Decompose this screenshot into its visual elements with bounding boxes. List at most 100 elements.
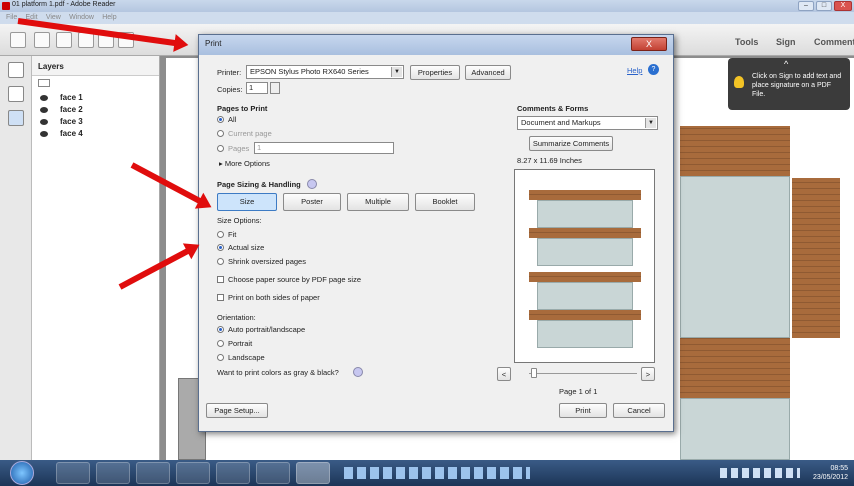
summarize-comments-button[interactable]: Summarize Comments bbox=[529, 136, 613, 151]
chevron-down-icon[interactable]: ▼ bbox=[645, 118, 656, 128]
layers-options[interactable] bbox=[32, 76, 159, 92]
both-sides-label: Print on both sides of paper bbox=[228, 293, 320, 302]
pages-radio[interactable] bbox=[217, 145, 224, 152]
auto-orientation-radio[interactable] bbox=[217, 326, 224, 333]
comments-forms-title: Comments & Forms bbox=[517, 104, 589, 113]
fit-label: Fit bbox=[228, 230, 237, 239]
page-setup-button[interactable]: Page Setup... bbox=[206, 403, 268, 418]
page-slider-thumb[interactable] bbox=[531, 368, 537, 378]
current-page-radio[interactable] bbox=[217, 130, 224, 137]
next-page-button[interactable]: > bbox=[641, 367, 655, 381]
eye-icon[interactable] bbox=[40, 119, 48, 125]
gray-print-question: Want to print colors as gray & black? bbox=[217, 368, 339, 377]
actual-size-radio[interactable] bbox=[217, 244, 224, 251]
preview-brick bbox=[529, 310, 641, 320]
menu-help[interactable]: Help bbox=[102, 12, 116, 24]
poster-button[interactable]: Poster bbox=[283, 193, 341, 211]
layers-panel: Layers face 1 face 2 face 3 face 4 bbox=[32, 56, 160, 460]
printer-select[interactable]: EPSON Stylus Photo RX640 Series ▼ bbox=[246, 65, 404, 79]
paint-icon[interactable] bbox=[176, 462, 210, 484]
adobe-reader-taskbar-icon[interactable] bbox=[296, 462, 330, 484]
edit-icon[interactable] bbox=[56, 32, 72, 48]
help-icon[interactable]: ? bbox=[648, 64, 659, 75]
maximize-button[interactable]: □ bbox=[816, 1, 832, 11]
info-icon[interactable] bbox=[307, 179, 317, 189]
portrait-radio[interactable] bbox=[217, 340, 224, 347]
prev-page-button[interactable]: < bbox=[497, 367, 511, 381]
paper-source-checkbox[interactable] bbox=[217, 276, 224, 283]
clock-time: 08:55 bbox=[830, 465, 848, 472]
layers-icon[interactable] bbox=[8, 110, 24, 126]
fit-radio[interactable] bbox=[217, 231, 224, 238]
print-button[interactable]: Print bbox=[559, 403, 607, 418]
copies-label: Copies: bbox=[217, 85, 243, 94]
brick-wall bbox=[680, 126, 790, 176]
preview-brick bbox=[529, 272, 641, 282]
all-pages-label: All bbox=[228, 115, 237, 124]
both-sides-checkbox[interactable] bbox=[217, 294, 224, 301]
sign-pane-button[interactable]: Sign bbox=[776, 37, 796, 47]
pages-to-print-title: Pages to Print bbox=[217, 104, 268, 113]
brick-wall bbox=[792, 178, 840, 338]
layer-item[interactable]: face 1 bbox=[32, 92, 159, 104]
menu-file[interactable]: File bbox=[6, 12, 17, 24]
chevron-down-icon[interactable]: ▼ bbox=[391, 67, 402, 77]
more-options-toggle[interactable]: ▸ More Options bbox=[219, 159, 270, 168]
internet-explorer-icon[interactable] bbox=[216, 462, 250, 484]
cancel-button[interactable]: Cancel bbox=[613, 403, 665, 418]
page-slider-track[interactable] bbox=[529, 373, 637, 374]
adobe-reader-icon bbox=[2, 2, 10, 10]
chevron-up-icon[interactable]: ^ bbox=[784, 60, 788, 69]
preview-face bbox=[537, 238, 633, 266]
preview-page bbox=[515, 170, 654, 362]
advanced-button[interactable]: Advanced bbox=[465, 65, 511, 80]
explorer-icon[interactable] bbox=[56, 462, 90, 484]
page-thumbnails-icon[interactable] bbox=[8, 62, 24, 78]
comment-pane-button[interactable]: Comment bbox=[814, 37, 854, 47]
layer-item[interactable]: face 4 bbox=[32, 128, 159, 140]
photoshop-icon[interactable] bbox=[96, 462, 130, 484]
all-pages-radio[interactable] bbox=[217, 116, 224, 123]
window-title: 01 platform 1.pdf - Adobe Reader bbox=[12, 1, 116, 8]
pages-range-field[interactable]: 1 bbox=[254, 142, 394, 154]
vlc-icon[interactable] bbox=[256, 462, 290, 484]
dialog-close-button[interactable]: X bbox=[631, 37, 667, 51]
shrink-radio[interactable] bbox=[217, 258, 224, 265]
start-button[interactable] bbox=[10, 461, 34, 485]
copies-stepper[interactable] bbox=[270, 82, 280, 94]
orientation-label: Orientation: bbox=[217, 313, 256, 322]
multiple-button[interactable]: Multiple bbox=[347, 193, 409, 211]
system-tray-icons[interactable] bbox=[720, 468, 800, 478]
brick-wall bbox=[680, 338, 790, 398]
menu-window[interactable]: Window bbox=[69, 12, 94, 24]
properties-button[interactable]: Properties bbox=[410, 65, 460, 80]
layer-item[interactable]: face 3 bbox=[32, 116, 159, 128]
create-pdf-icon[interactable] bbox=[10, 32, 26, 48]
lightbulb-icon bbox=[734, 76, 744, 88]
size-button[interactable]: Size bbox=[217, 193, 277, 211]
eye-icon[interactable] bbox=[40, 131, 48, 137]
open-icon[interactable] bbox=[34, 32, 50, 48]
layer-item[interactable]: face 2 bbox=[32, 104, 159, 116]
eye-icon[interactable] bbox=[40, 95, 48, 101]
clock-date: 23/05/2012 bbox=[812, 474, 848, 481]
close-window-button[interactable]: X bbox=[834, 1, 852, 11]
taskbar: 08:55 23/05/2012 bbox=[0, 460, 854, 486]
tools-pane-button[interactable]: Tools bbox=[735, 37, 758, 47]
eye-icon[interactable] bbox=[40, 107, 48, 113]
copies-field[interactable]: 1 bbox=[246, 82, 268, 94]
shrink-label: Shrink oversized pages bbox=[228, 257, 306, 266]
system-clock[interactable]: 08:55 23/05/2012 bbox=[813, 464, 848, 482]
pages-label: Pages bbox=[228, 144, 250, 153]
info-icon[interactable] bbox=[353, 367, 363, 377]
landscape-radio[interactable] bbox=[217, 354, 224, 361]
help-link[interactable]: Help bbox=[627, 66, 642, 75]
word-icon[interactable] bbox=[136, 462, 170, 484]
actual-size-label: Actual size bbox=[228, 243, 265, 252]
minimize-button[interactable]: – bbox=[798, 1, 814, 11]
quick-launch-icons[interactable] bbox=[344, 467, 530, 479]
preview-face bbox=[537, 320, 633, 348]
booklet-button[interactable]: Booklet bbox=[415, 193, 475, 211]
attachments-icon[interactable] bbox=[8, 86, 24, 102]
comments-select[interactable]: Document and Markups ▼ bbox=[517, 116, 658, 130]
